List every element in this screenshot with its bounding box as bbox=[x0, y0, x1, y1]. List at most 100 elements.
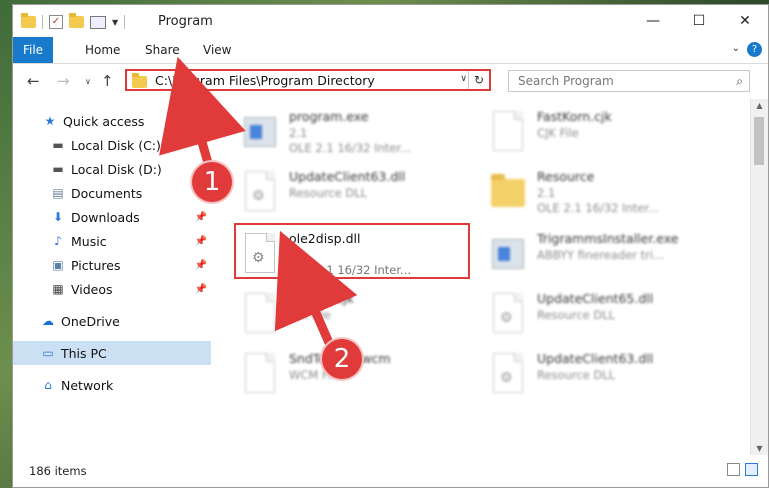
sidebar-item-local-disk-c[interactable]: ▬ Local Disk (C:) bbox=[13, 133, 211, 157]
file-detail: OLE 2.1 16/32 Inter... bbox=[289, 141, 412, 155]
pictures-icon: ▣ bbox=[52, 258, 64, 272]
search-icon[interactable]: ⌕ bbox=[736, 74, 743, 89]
vertical-scrollbar[interactable]: ▲ ▼ bbox=[750, 99, 768, 455]
sidebar-item-network[interactable]: ⌂ Network bbox=[13, 373, 211, 397]
navigation-pane: ★ Quick access ▬ Local Disk (C:) ▬ Local… bbox=[13, 99, 211, 455]
cloud-icon: ☁ bbox=[42, 314, 54, 328]
file-detail: Resource DLL bbox=[537, 308, 616, 322]
pin-icon[interactable]: 📌 bbox=[195, 212, 207, 223]
properties-icon[interactable] bbox=[90, 15, 106, 29]
tab-share[interactable]: Share bbox=[133, 37, 192, 63]
search-box[interactable]: Search Program ⌕ bbox=[508, 70, 750, 92]
sidebar-item-label: Pictures bbox=[71, 257, 121, 273]
sidebar-item-pictures[interactable]: ▣ Pictures 📌 bbox=[13, 253, 211, 277]
step-badge-2: 2 bbox=[322, 339, 362, 379]
forward-arrow-icon[interactable]: → bbox=[57, 72, 70, 90]
refresh-icon[interactable]: ↻ bbox=[468, 71, 489, 89]
toolbar-divider bbox=[124, 15, 126, 29]
step-badge-1: 1 bbox=[192, 162, 232, 202]
new-folder-icon[interactable] bbox=[69, 13, 84, 28]
tab-file[interactable]: File bbox=[13, 37, 53, 63]
file-name: Korean.cjk bbox=[289, 291, 354, 306]
list-item[interactable]: ⚙ UpdateClient65.dll Resource DLL bbox=[485, 287, 723, 339]
videos-icon: ▦ bbox=[52, 282, 64, 296]
file-detail: Resource DLL bbox=[289, 186, 368, 200]
download-icon: ⬇ bbox=[52, 210, 64, 224]
sidebar-item-label: OneDrive bbox=[61, 313, 120, 329]
file-detail: Resource DLL bbox=[537, 368, 616, 382]
quick-access-toolbar: ✓ ▼ bbox=[21, 13, 126, 31]
sidebar-item-this-pc[interactable]: ▭ This PC bbox=[13, 341, 211, 365]
sidebar-item-label: Quick access bbox=[63, 113, 145, 129]
sidebar-item-label: Videos bbox=[71, 281, 113, 297]
close-button[interactable]: ✕ bbox=[722, 5, 768, 37]
list-item[interactable]: FastKorn.cjk CJK File bbox=[485, 105, 723, 157]
file-name: FastKorn.cjk bbox=[537, 109, 612, 124]
application-icon bbox=[244, 117, 276, 147]
address-bar[interactable]: C:\Program Files\Program Directory ∨ ↻ bbox=[125, 69, 491, 91]
sidebar-item-quick-access[interactable]: ★ Quick access bbox=[13, 109, 211, 133]
file-icon bbox=[493, 111, 523, 151]
sidebar-item-documents[interactable]: ▤ Documents bbox=[13, 181, 211, 205]
customize-toolbar-dropdown-icon[interactable]: ▼ bbox=[112, 18, 118, 27]
tab-home[interactable]: Home bbox=[73, 37, 132, 63]
file-name: UpdateClient63.dll bbox=[289, 169, 406, 184]
sidebar-item-downloads[interactable]: ⬇ Downloads 📌 bbox=[13, 205, 211, 229]
list-item[interactable]: Resource 2.1 OLE 2.1 16/32 Inter... bbox=[485, 165, 723, 217]
list-item[interactable]: TrigrammsInstaller.exe ABBYY finereader … bbox=[485, 227, 723, 279]
file-name: program.exe bbox=[289, 109, 369, 124]
minimize-button[interactable]: — bbox=[630, 5, 676, 37]
search-input[interactable]: Search Program bbox=[518, 74, 614, 88]
sidebar-item-music[interactable]: ♪ Music 📌 bbox=[13, 229, 211, 253]
address-path[interactable]: C:\Program Files\Program Directory bbox=[155, 73, 375, 88]
sidebar-item-label: Downloads bbox=[71, 209, 140, 225]
drive-icon: ▬ bbox=[52, 162, 64, 176]
sidebar-item-videos[interactable]: ▦ Videos 📌 bbox=[13, 277, 211, 301]
list-item[interactable]: program.exe 2.1 OLE 2.1 16/32 Inter... bbox=[237, 105, 475, 157]
pin-icon[interactable]: 📌 bbox=[195, 260, 207, 271]
sidebar-item-onedrive[interactable]: ☁ OneDrive bbox=[13, 309, 211, 333]
sidebar-item-label: Documents bbox=[71, 185, 143, 201]
file-name: TrigrammsInstaller.exe bbox=[537, 231, 679, 246]
folder-icon bbox=[491, 174, 525, 207]
pin-icon[interactable]: 📌 bbox=[195, 236, 207, 247]
item-count: 186 items bbox=[29, 464, 87, 478]
scroll-down-icon[interactable]: ▼ bbox=[751, 444, 768, 453]
file-detail: 2.1 bbox=[289, 126, 308, 140]
folder-icon bbox=[132, 73, 147, 88]
file-icon bbox=[245, 353, 275, 393]
sidebar-item-label: Local Disk (C:) bbox=[71, 137, 161, 153]
list-item[interactable]: Korean.cjk CJK File bbox=[237, 287, 475, 339]
details-view-icon[interactable] bbox=[727, 463, 740, 476]
scroll-up-icon[interactable]: ▲ bbox=[751, 101, 768, 110]
list-item[interactable]: ⚙ UpdateClient63.dll Resource DLL bbox=[237, 165, 475, 217]
window-title: Program bbox=[158, 14, 213, 29]
dll-file-icon: ⚙ bbox=[493, 293, 523, 333]
properties-check-icon[interactable]: ✓ bbox=[49, 15, 63, 29]
sidebar-item-label: Local Disk (D:) bbox=[71, 161, 162, 177]
file-name: UpdateClient63.dll bbox=[537, 351, 654, 366]
address-dropdown-icon[interactable]: ∨ bbox=[460, 74, 467, 84]
up-arrow-icon[interactable]: ↑ bbox=[101, 72, 114, 90]
sidebar-item-label: This PC bbox=[61, 345, 107, 361]
address-row: ← → ∨ ↑ C:\Program Files\Program Directo… bbox=[13, 63, 768, 99]
list-item[interactable]: ⚙ UpdateClient63.dll Resource DLL bbox=[485, 347, 723, 399]
file-name: UpdateClient65.dll bbox=[537, 291, 654, 306]
maximize-button[interactable]: ☐ bbox=[676, 5, 722, 37]
expand-ribbon-icon[interactable]: ⌄ bbox=[732, 43, 740, 54]
tab-view[interactable]: View bbox=[191, 37, 243, 63]
scroll-thumb[interactable] bbox=[754, 117, 764, 165]
status-bar: 186 items bbox=[13, 455, 768, 487]
title-bar: ✓ ▼ Program — ☐ ✕ bbox=[13, 5, 768, 37]
highlight-box bbox=[234, 223, 470, 279]
back-arrow-icon[interactable]: ← bbox=[27, 72, 40, 90]
large-icons-view-icon[interactable] bbox=[745, 463, 758, 476]
sidebar-item-label: Music bbox=[71, 233, 107, 249]
pin-icon[interactable]: 📌 bbox=[195, 284, 207, 295]
sidebar-item-local-disk-d[interactable]: ▬ Local Disk (D:) bbox=[13, 157, 211, 181]
recent-locations-dropdown-icon[interactable]: ∨ bbox=[85, 77, 91, 86]
music-icon: ♪ bbox=[54, 234, 62, 248]
file-detail: ABBYY finereader tri... bbox=[537, 248, 665, 262]
help-icon[interactable]: ? bbox=[747, 42, 762, 57]
file-name: Resource bbox=[537, 169, 595, 184]
